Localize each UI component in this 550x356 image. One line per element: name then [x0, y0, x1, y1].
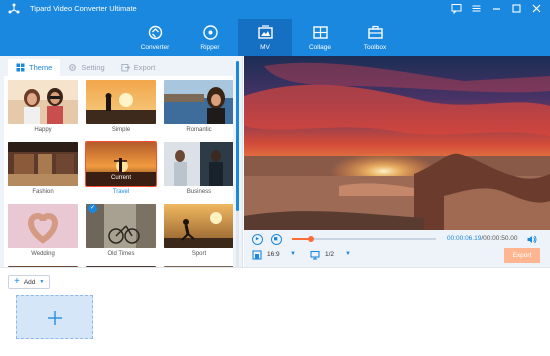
panel-tabs: Theme Setting Export — [8, 59, 163, 76]
menu-icon[interactable] — [471, 3, 482, 14]
nav-converter[interactable]: Converter — [128, 19, 182, 56]
theme-old-times[interactable]: Old Times — [86, 204, 156, 266]
theme-name: Wedding — [31, 251, 55, 257]
theme-thumbnail[interactable] — [8, 204, 78, 248]
tab-export[interactable]: Export — [113, 59, 164, 76]
theme-name: Fashion — [32, 189, 54, 195]
theme-panel: Theme Setting Export Happy Simple Romant… — [0, 56, 243, 267]
tab-theme[interactable]: Theme — [8, 59, 61, 76]
nav-label: Toolbox — [363, 44, 387, 51]
stop-button[interactable] — [271, 234, 282, 245]
title-bar: Tipard Video Converter Ultimate — [0, 0, 550, 19]
video-preview — [244, 56, 550, 230]
aspect-ratio-dropdown-icon[interactable]: ▼ — [290, 251, 296, 257]
chevron-down-icon[interactable]: ▼ — [39, 279, 44, 285]
close-icon[interactable] — [531, 3, 542, 14]
gear-icon — [69, 64, 77, 71]
header-bar: Tipard Video Converter Ultimate Converte… — [0, 0, 550, 56]
theme-romantic[interactable]: Romantic — [164, 80, 233, 142]
theme-thumbnail[interactable] — [8, 142, 78, 186]
theme-fashion[interactable]: Fashion — [8, 142, 78, 204]
theme-thumbnail[interactable] — [164, 142, 233, 186]
plus-icon — [48, 311, 62, 325]
progress-handle[interactable] — [307, 236, 314, 242]
theme-simple[interactable]: Simple — [86, 80, 156, 142]
window-controls — [451, 3, 542, 15]
theme-thumbnail[interactable] — [86, 80, 156, 124]
player-controls: 00:00:06.19/00:00:50.00 16:9 ▼ 1/2 ▼ Exp… — [244, 230, 550, 267]
screen-icon — [310, 250, 320, 260]
chat-icon[interactable] — [451, 3, 462, 15]
main-nav: Converter Ripper MV Collage Toolbox — [128, 19, 403, 56]
time-current: 00:00:06.19 — [447, 235, 482, 242]
play-button[interactable] — [252, 234, 263, 245]
tab-label: Theme — [29, 63, 53, 72]
converter-icon — [148, 25, 162, 40]
theme-sport[interactable]: Sport — [164, 204, 233, 266]
nav-mv[interactable]: MV — [238, 19, 292, 56]
theme-thumbnail[interactable] — [86, 204, 156, 248]
theme-name: Sport — [191, 251, 207, 257]
theme-thumbnail[interactable]: Current — [85, 141, 157, 187]
plus-icon: + — [14, 276, 20, 287]
theme-name: Happy — [34, 127, 52, 133]
theme-name: Simple — [111, 127, 131, 133]
aspect-ratio-select[interactable]: 16:9 — [267, 251, 280, 258]
nav-label: Converter — [140, 44, 170, 51]
screen-select[interactable]: 1/2 — [325, 251, 334, 258]
add-label: Add — [23, 278, 36, 286]
theme-scrollbar-thumb[interactable] — [236, 61, 239, 211]
minimize-icon[interactable] — [491, 3, 502, 14]
nav-label: MV — [260, 44, 270, 51]
theme-name: Business — [186, 189, 212, 195]
add-media-slot[interactable] — [16, 295, 93, 339]
play-icon — [255, 237, 260, 241]
theme-name: Old Times — [107, 251, 135, 257]
stop-icon — [274, 237, 278, 241]
theme-travel[interactable]: Current Travel — [85, 141, 157, 204]
tab-setting[interactable]: Setting — [60, 59, 112, 76]
theme-happy[interactable]: Happy — [8, 80, 78, 142]
media-strip: + Add ▼ — [0, 267, 550, 356]
time-display: 00:00:06.19/00:00:50.00 — [447, 235, 518, 242]
screen-dropdown-icon[interactable]: ▼ — [345, 251, 351, 257]
theme-wedding[interactable]: Wedding — [8, 204, 78, 266]
theme-grid: Happy Simple Romantic Fashion Current Tr… — [8, 80, 233, 267]
grid-icon — [16, 63, 25, 72]
app-logo-icon — [8, 3, 20, 14]
nav-label: Collage — [308, 44, 332, 51]
progress-bar[interactable] — [292, 236, 436, 242]
theme-thumbnail[interactable] — [8, 80, 78, 124]
theme-thumbnail[interactable] — [164, 204, 233, 248]
theme-thumbnail[interactable] — [164, 80, 233, 124]
ripper-icon — [202, 25, 218, 40]
nav-toolbox[interactable]: Toolbox — [348, 19, 402, 56]
time-total: /00:00:50.00 — [481, 235, 518, 242]
theme-business[interactable]: Business — [164, 142, 233, 204]
volume-icon[interactable] — [526, 234, 537, 245]
export-icon — [121, 64, 130, 72]
toolbox-icon — [367, 25, 383, 39]
tab-label: Setting — [81, 63, 105, 72]
current-label: Current — [110, 175, 131, 181]
collage-icon — [312, 26, 328, 39]
aspect-ratio-icon — [252, 250, 262, 260]
nav-ripper[interactable]: Ripper — [183, 19, 237, 56]
nav-collage[interactable]: Collage — [293, 19, 347, 56]
theme-name: Travel — [112, 189, 130, 195]
preview-image — [244, 56, 550, 230]
selected-check-icon: ✓ — [88, 204, 97, 213]
export-button[interactable]: Export — [504, 248, 540, 263]
nav-label: Ripper — [200, 44, 220, 51]
theme-grid-container: Happy Simple Romantic Fashion Current Tr… — [4, 76, 233, 267]
maximize-icon[interactable] — [511, 3, 522, 14]
theme-name: Romantic — [186, 127, 212, 133]
mv-icon — [257, 25, 273, 39]
tab-label: Export — [133, 63, 156, 72]
app-title: Tipard Video Converter Ultimate — [30, 4, 137, 13]
add-button[interactable]: + Add ▼ — [8, 275, 51, 289]
